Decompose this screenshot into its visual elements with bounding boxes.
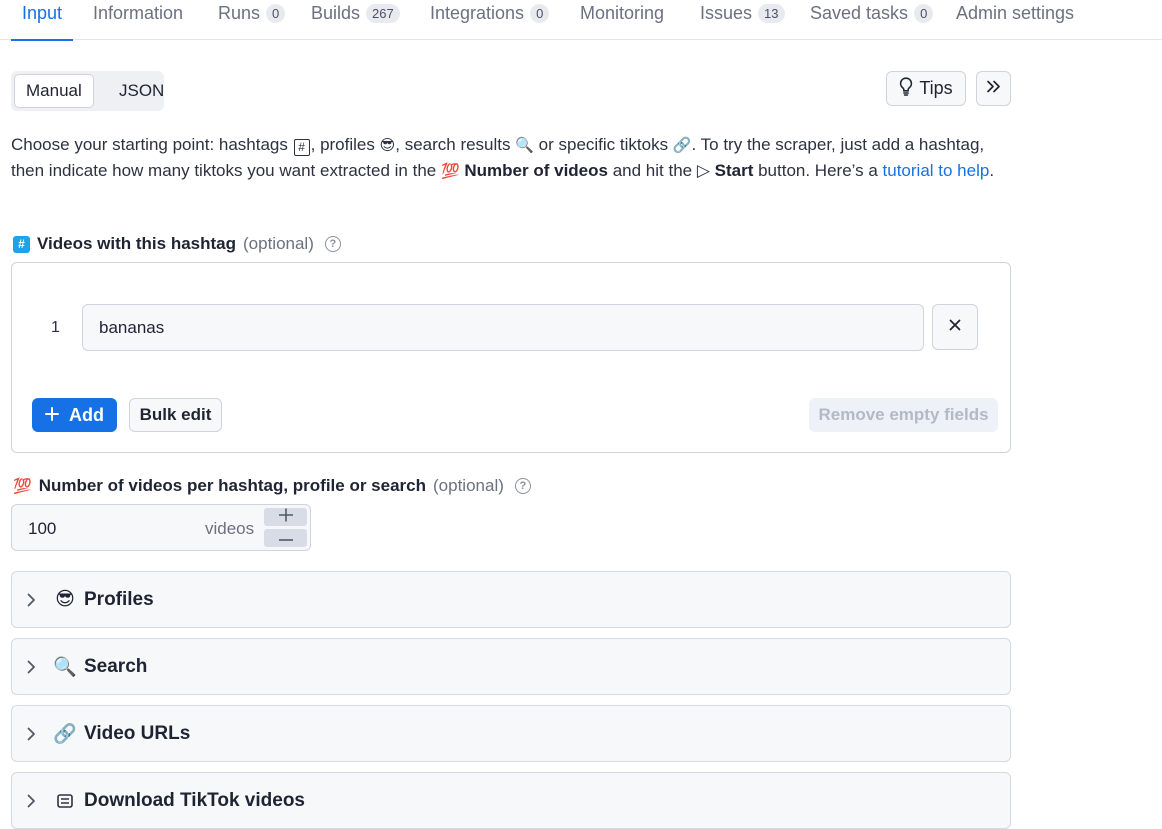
hundred-points-emoji-icon: 💯 [440, 163, 460, 180]
count-badge: 267 [366, 4, 400, 23]
intro-text-part: and hit the ▷ [607, 161, 710, 180]
tab-label: Runs [218, 3, 261, 23]
link-emoji-icon: 🔗 [672, 137, 692, 154]
minus-icon [278, 529, 294, 547]
double-chevron-right-icon [986, 80, 1001, 98]
tab-admin-settings[interactable]: Admin settings [956, 0, 1074, 40]
section-search[interactable]: 🔍 Search [11, 638, 1011, 695]
decrement-button[interactable] [264, 529, 307, 547]
chevron-right-icon [27, 727, 39, 741]
tips-button[interactable]: Tips [886, 71, 966, 106]
magnifier-emoji-icon: 🔍 [515, 137, 534, 154]
intro-bold-text: Number of videos [464, 161, 608, 180]
plus-icon [45, 405, 59, 426]
input-mode-toggle: Manual JSON [11, 71, 164, 111]
videos-count-field-label: 💯 Number of videos per hashtag, profile … [13, 476, 531, 496]
close-icon [949, 318, 961, 336]
count-badge: 13 [758, 4, 785, 23]
section-label: Search [84, 655, 148, 677]
intro-text-part: . [989, 161, 995, 180]
section-label: Profiles [84, 588, 154, 610]
tab-label: Input [21, 3, 63, 23]
plus-icon [278, 508, 294, 527]
tab-label: Information [93, 3, 184, 23]
intro-text-part: , profiles [310, 135, 375, 154]
tab-label: Builds [311, 3, 361, 23]
intro-text: Choose your starting point: hashtags #, … [11, 132, 1001, 184]
increment-button[interactable] [264, 508, 307, 526]
tab-label: Admin settings [956, 3, 1075, 23]
sunglasses-emoji-icon: 😎 [55, 589, 75, 610]
chevron-right-icon [27, 660, 39, 674]
section-label: Download TikTok videos [84, 789, 305, 811]
tab-information[interactable]: Information [93, 0, 183, 40]
hashtag-field-title: Videos with this hashtag [37, 234, 236, 253]
magnifier-emoji-icon: 🔍 [53, 656, 77, 678]
add-label: Add [69, 404, 104, 425]
chevron-right-icon [27, 593, 39, 607]
remove-empty-fields-button[interactable]: Remove empty fields [809, 398, 998, 432]
count-badge: 0 [266, 4, 286, 23]
tab-runs[interactable]: Runs 0 [218, 0, 286, 40]
chevron-right-icon [27, 794, 39, 808]
tab-label: Issues [700, 3, 753, 23]
expand-panel-button[interactable] [976, 71, 1011, 106]
sunglasses-emoji-icon: 😎 [379, 137, 396, 154]
hundred-points-emoji-icon: 💯 [13, 478, 32, 495]
help-icon[interactable]: ? [514, 478, 531, 494]
json-mode-button[interactable]: JSON [108, 74, 175, 108]
unit-label: videos [205, 519, 255, 538]
tab-builds[interactable]: Builds 267 [311, 0, 400, 40]
link-emoji-icon: 🔗 [53, 723, 77, 745]
hashtag-input[interactable] [82, 304, 924, 351]
tab-monitoring[interactable]: Monitoring [580, 0, 664, 40]
intro-text-part: button. Here’s a [753, 161, 883, 180]
intro-text-part: or specific tiktoks [533, 135, 669, 154]
tab-saved-tasks[interactable]: Saved tasks 0 [810, 0, 934, 40]
videos-count-stepper: videos [11, 504, 311, 551]
intro-text-part: , search results [395, 135, 511, 154]
tab-label: Monitoring [580, 3, 665, 23]
intro-text-part: Choose your starting point: hashtags [11, 135, 288, 154]
video-download-emoji-icon [53, 792, 77, 810]
manual-mode-button[interactable]: Manual [14, 74, 94, 108]
bulk-edit-button[interactable]: Bulk edit [129, 398, 222, 432]
help-icon[interactable]: ? [324, 236, 341, 252]
remove-row-button[interactable] [932, 304, 978, 350]
section-download-tiktok-videos[interactable]: Download TikTok videos [11, 772, 1011, 829]
count-badge: 0 [530, 4, 550, 23]
section-label: Video URLs [84, 722, 191, 744]
hashtag-field-label: # Videos with this hashtag (optional) ? [13, 234, 341, 254]
tutorial-link[interactable]: tutorial to help [883, 161, 990, 180]
section-profiles[interactable]: 😎 Profiles [11, 571, 1011, 628]
tab-bar: Input Information Runs 0 Builds 267 Inte… [0, 0, 1162, 41]
videos-count-field-title: Number of videos per hashtag, profile or… [38, 476, 427, 495]
optional-label: (optional) [243, 234, 314, 253]
tab-label: Saved tasks [810, 3, 909, 23]
section-video-urls[interactable]: 🔗 Video URLs [11, 705, 1011, 762]
hashtag-keycap-icon: # [13, 235, 30, 253]
tab-integrations[interactable]: Integrations 0 [430, 0, 550, 40]
tab-input[interactable]: Input [11, 0, 73, 41]
tab-label: Integrations [430, 3, 525, 23]
add-hashtag-button[interactable]: Add [32, 398, 117, 432]
intro-bold-text: Start [714, 161, 754, 180]
tips-label: Tips [919, 78, 953, 98]
tab-issues[interactable]: Issues 13 [700, 0, 785, 40]
count-badge: 0 [914, 4, 934, 23]
optional-label: (optional) [433, 476, 504, 495]
videos-count-input[interactable] [28, 519, 148, 539]
row-index: 1 [51, 319, 60, 336]
hashtag-symbol-icon: # [293, 139, 310, 156]
hashtag-list-editor: 1 Add Bulk edit Remove empty fields [11, 262, 1011, 453]
lightbulb-icon [899, 76, 913, 101]
